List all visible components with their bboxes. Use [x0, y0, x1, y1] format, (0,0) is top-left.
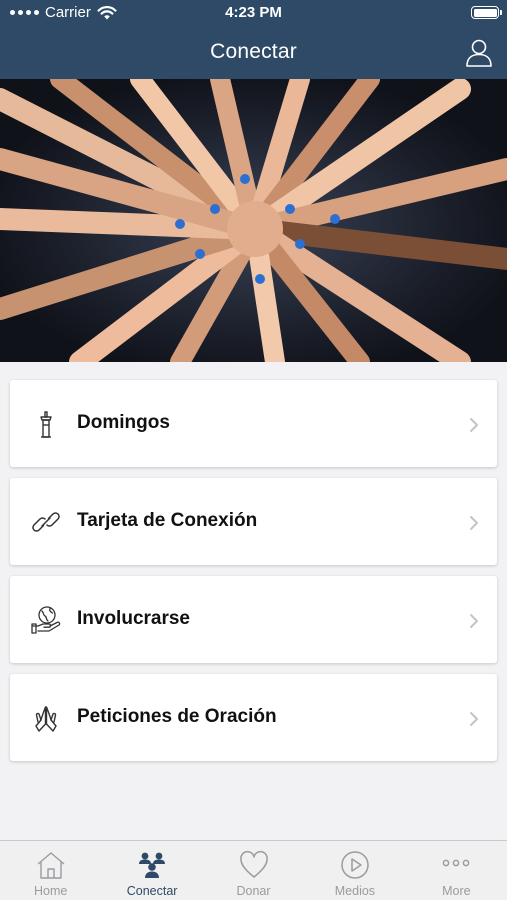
menu-item-label: Involucrarse — [77, 608, 190, 629]
menu-item-domingos[interactable]: Domingos — [10, 380, 497, 467]
tab-label: Medios — [334, 884, 376, 898]
heart-icon — [239, 850, 268, 878]
menu-item-tarjeta-conexion[interactable]: Tarjeta de Conexión — [10, 478, 497, 565]
menu-item-label: Peticiones de Oración — [77, 706, 277, 727]
tab-more[interactable]: More — [406, 841, 507, 900]
pulpit-icon — [40, 411, 52, 438]
group-icon — [139, 852, 166, 878]
home-icon — [37, 852, 65, 879]
tab-label: Conectar — [126, 884, 178, 898]
user-icon[interactable] — [465, 38, 493, 68]
menu-item-peticiones-oracion[interactable]: Peticiones de Oración — [10, 674, 497, 761]
play-icon — [341, 851, 369, 879]
link-icon — [32, 512, 60, 532]
menu-item-label: Tarjeta de Conexión — [77, 510, 258, 531]
menu-item-involucrarse[interactable]: Involucrarse — [10, 576, 497, 663]
status-time: 4:23 PM — [225, 4, 282, 21]
more-icon — [442, 859, 470, 867]
tab-label: Home — [34, 884, 68, 898]
tab-label: Donar — [236, 884, 271, 898]
chevron-right-icon — [470, 614, 478, 628]
tab-medios[interactable]: Medios — [304, 841, 405, 900]
tab-home[interactable]: Home — [0, 841, 101, 900]
tab-donar[interactable]: Donar — [203, 841, 304, 900]
menu-item-label: Domingos — [77, 412, 170, 433]
chevron-right-icon — [470, 516, 478, 530]
battery-icon — [471, 6, 502, 19]
tab-bar: Home Conectar Donar Medios More — [0, 840, 507, 900]
chevron-right-icon — [470, 418, 478, 432]
menu-list: Domingos Tarjeta de Conexión Involucrars… — [10, 380, 497, 772]
praying-hands-icon — [35, 706, 57, 732]
hands-together-photo — [0, 79, 507, 362]
page-title: Conectar — [210, 40, 297, 63]
chevron-right-icon — [470, 712, 478, 726]
navigation-header: Carrier 4:23 PM Conectar — [0, 0, 507, 79]
status-bar: Carrier 4:23 PM — [0, 0, 507, 26]
globe-hand-icon — [31, 606, 61, 634]
tab-conectar[interactable]: Conectar — [101, 841, 202, 900]
hero-image — [0, 79, 507, 362]
tab-label: More — [442, 884, 471, 898]
